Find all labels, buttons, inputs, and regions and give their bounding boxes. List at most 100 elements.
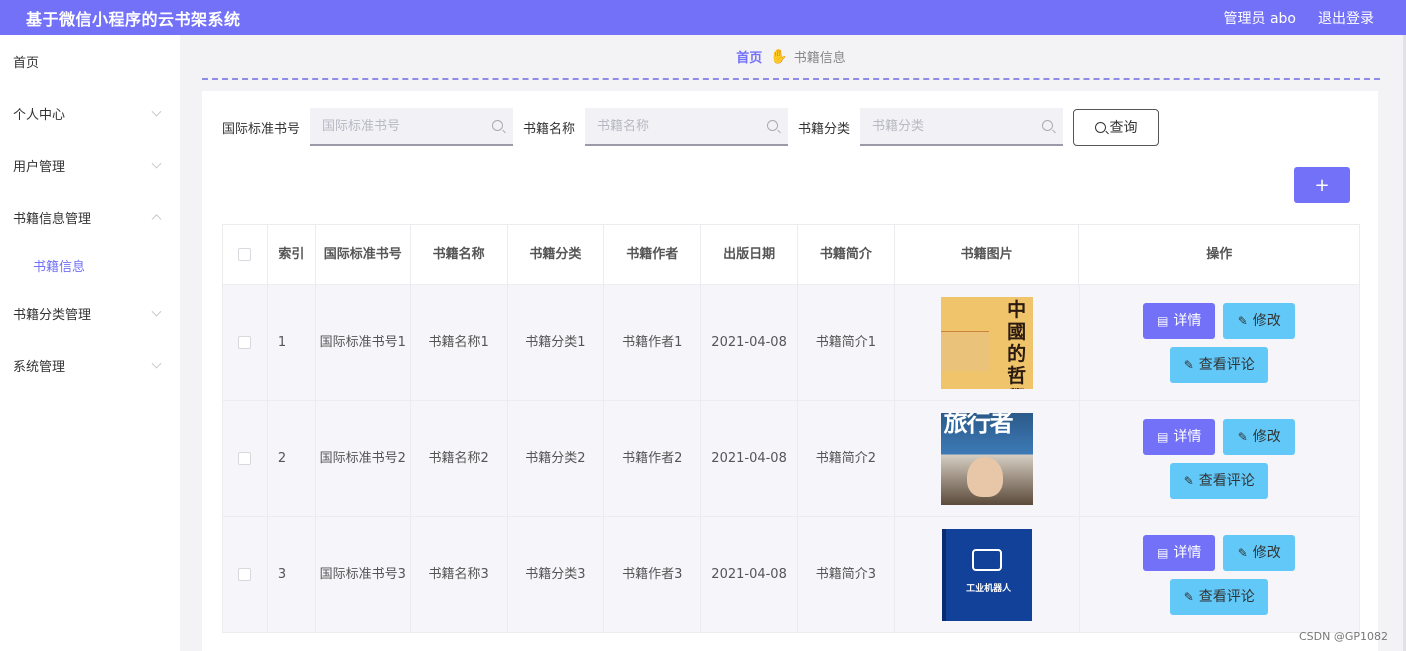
breadcrumb-home[interactable]: 首页 <box>736 47 762 66</box>
edit-button[interactable]: ✎ 修改 <box>1223 302 1296 339</box>
actions-cell: ▤ 详情 ✎ 修改 ✎ 查看评论 <box>1080 517 1360 632</box>
view-comments-label: 查看评论 <box>1198 356 1255 373</box>
category-cell: 书籍分类2 <box>508 401 605 516</box>
chevron-down-icon <box>151 106 162 117</box>
table-row: 2 国际标准书号2 书籍名称2 书籍分类2 书籍作者2 2021-04-08 书… <box>223 401 1359 517</box>
hand-pointer-icon: ✋ <box>770 48 788 65</box>
header-select-all-cell <box>223 225 268 284</box>
table-row: 3 国际标准书号3 书籍名称3 书籍分类3 书籍作者3 2021-04-08 书… <box>223 517 1359 633</box>
select-all-checkbox[interactable] <box>238 248 252 261</box>
add-button[interactable]: + <box>1294 167 1350 203</box>
sidebar-item-label: 系统管理 <box>13 359 66 375</box>
book-name-cell: 书籍名称3 <box>411 517 508 632</box>
isbn-cell: 国际标准书号3 <box>316 517 411 632</box>
detail-button[interactable]: ▤ 详情 <box>1143 302 1216 339</box>
row-checkbox[interactable] <box>238 452 252 465</box>
app-title: 基于微信小程序的云书架系统 <box>26 9 241 29</box>
cover-cell: 旅行者 <box>895 401 1080 516</box>
book-table: 索引 国际标准书号 书籍名称 书籍分类 书籍作者 出版日期 书籍简介 书籍图片 … <box>222 224 1360 633</box>
sidebar-item-book-category-management[interactable]: 书籍分类管理 <box>0 287 180 339</box>
query-button[interactable]: 查询 <box>1073 108 1160 146</box>
chevron-down-icon <box>151 358 162 369</box>
user-label: 管理员 abo <box>1223 10 1296 27</box>
intro-cell: 书籍简介3 <box>798 517 895 632</box>
isbn-search-input[interactable] <box>322 118 483 134</box>
author-cell: 书籍作者1 <box>604 285 702 400</box>
cover-title: 旅行者 <box>943 412 1014 437</box>
sidebar-item-home[interactable]: 首页 <box>0 35 180 87</box>
cover-cell: 中國的哲學 <box>895 285 1080 400</box>
pencil-icon: ✎ <box>1237 429 1248 444</box>
breadcrumb-current: 书籍信息 <box>793 51 846 66</box>
view-comments-label: 查看评论 <box>1198 472 1255 489</box>
table-row: 1 国际标准书号1 书籍名称1 书籍分类1 书籍作者1 2021-04-08 书… <box>223 285 1359 401</box>
book-cover-image: 工业机器人 <box>941 528 1032 621</box>
sidebar-item-personal-center[interactable]: 个人中心 <box>0 87 180 139</box>
name-search-field <box>585 108 789 146</box>
intro-cell: 书籍简介1 <box>798 285 895 400</box>
sidebar-item-user-management[interactable]: 用户管理 <box>0 139 180 191</box>
chevron-down-icon <box>151 158 162 169</box>
detail-button-label: 详情 <box>1173 544 1202 561</box>
query-button-label: 查询 <box>1109 120 1138 136</box>
row-select-cell <box>223 285 268 400</box>
top-bar: 基于微信小程序的云书架系统 管理员 abo 退出登录 <box>0 0 1406 35</box>
publish-date-cell: 2021-04-08 <box>701 285 798 400</box>
name-search-input[interactable] <box>597 118 758 134</box>
breadcrumb: 首页 ✋ 书籍信息 <box>202 35 1380 80</box>
book-cover-image: 中國的哲學 <box>940 296 1033 389</box>
intro-cell: 书籍简介2 <box>798 401 895 516</box>
sidebar-item-label: 个人中心 <box>13 107 66 123</box>
index-cell: 3 <box>268 517 316 632</box>
edit-button[interactable]: ✎ 修改 <box>1223 534 1296 571</box>
category-cell: 书籍分类3 <box>508 517 605 632</box>
watermark: CSDN @GP1082 <box>1298 630 1388 643</box>
sidebar-item-system-management[interactable]: 系统管理 <box>0 339 180 391</box>
document-icon: ▤ <box>1157 545 1169 560</box>
search-bar: 国际标准书号 书籍名称 书籍分类 查询 <box>222 108 1160 146</box>
category-search-label: 书籍分类 <box>798 121 851 137</box>
edit-button[interactable]: ✎ 修改 <box>1223 418 1296 455</box>
view-comments-label: 查看评论 <box>1198 588 1255 605</box>
row-checkbox[interactable] <box>238 568 252 581</box>
detail-button-label: 详情 <box>1173 428 1202 445</box>
actions-cell: ▤ 详情 ✎ 修改 ✎ 查看评论 <box>1080 285 1360 400</box>
sidebar: 首页 个人中心 用户管理 书籍信息管理 书籍信息 书籍分类管理 系统管理 <box>0 35 180 651</box>
column-header: 索引 <box>268 225 316 284</box>
cover-cell: 工业机器人 <box>895 517 1080 632</box>
column-header: 国际标准书号 <box>316 225 411 284</box>
sidebar-item-label: 书籍信息管理 <box>13 211 92 227</box>
cover-title: 中國的哲學 <box>1007 298 1027 389</box>
pencil-icon: ✎ <box>1183 473 1194 488</box>
isbn-search-label: 国际标准书号 <box>222 121 301 137</box>
column-header: 出版日期 <box>701 225 798 284</box>
book-cover-image: 旅行者 <box>940 412 1033 505</box>
logout-link[interactable]: 退出登录 <box>1318 8 1374 28</box>
column-header: 书籍名称 <box>411 225 508 284</box>
detail-button[interactable]: ▤ 详情 <box>1143 418 1216 455</box>
main-content: 首页 ✋ 书籍信息 国际标准书号 书籍名称 书籍分类 查询 <box>180 35 1406 651</box>
publish-date-cell: 2021-04-08 <box>701 401 798 516</box>
isbn-cell: 国际标准书号2 <box>316 401 411 516</box>
column-header: 书籍分类 <box>508 225 605 284</box>
index-cell: 2 <box>268 401 316 516</box>
cover-decoration <box>940 330 989 371</box>
row-checkbox[interactable] <box>238 336 252 349</box>
sidebar-item-book-info-management[interactable]: 书籍信息管理 <box>0 191 180 243</box>
column-header: 书籍简介 <box>798 225 895 284</box>
pencil-icon: ✎ <box>1183 357 1194 372</box>
search-icon <box>1042 120 1054 131</box>
category-search-input[interactable] <box>872 118 1033 134</box>
name-search-label: 书籍名称 <box>523 121 576 137</box>
view-comments-button[interactable]: ✎ 查看评论 <box>1170 578 1269 615</box>
view-comments-button[interactable]: ✎ 查看评论 <box>1170 346 1269 383</box>
detail-button[interactable]: ▤ 详情 <box>1143 534 1216 571</box>
row-select-cell <box>223 401 268 516</box>
sidebar-subitem-book-info[interactable]: 书籍信息 <box>0 243 180 287</box>
content-panel: 国际标准书号 书籍名称 书籍分类 查询 + <box>202 91 1378 651</box>
author-cell: 书籍作者3 <box>604 517 702 632</box>
search-icon <box>492 120 504 131</box>
view-comments-button[interactable]: ✎ 查看评论 <box>1170 462 1269 499</box>
index-cell: 1 <box>268 285 316 400</box>
robot-icon <box>971 548 1002 571</box>
